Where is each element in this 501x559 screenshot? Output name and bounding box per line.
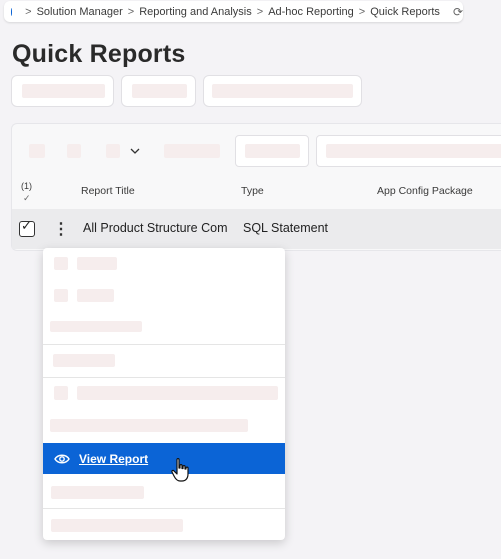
breadcrumb-item-solution-manager[interactable]: Solution Manager bbox=[37, 6, 123, 18]
cell-type: SQL Statement bbox=[243, 221, 328, 235]
selection-count: (1) bbox=[21, 181, 32, 191]
menu-item-placeholder[interactable] bbox=[51, 486, 144, 499]
menu-item-placeholder[interactable] bbox=[77, 386, 278, 400]
checkmark-icon: ✓ bbox=[21, 218, 32, 233]
toolbar-icon-placeholder[interactable] bbox=[67, 144, 81, 158]
column-header-type[interactable]: Type bbox=[241, 185, 264, 197]
skeleton-bar bbox=[245, 144, 300, 158]
menu-item-placeholder[interactable] bbox=[77, 289, 114, 302]
command-button-placeholder[interactable] bbox=[11, 75, 114, 107]
toolbar-label-placeholder bbox=[164, 144, 220, 158]
toolbar-icon-placeholder[interactable] bbox=[29, 144, 45, 158]
skeleton-bar bbox=[212, 84, 353, 98]
command-button-placeholder[interactable] bbox=[203, 75, 362, 107]
menu-item-placeholder[interactable] bbox=[53, 354, 115, 367]
menu-item-placeholder[interactable] bbox=[51, 519, 183, 532]
context-menu: View Report bbox=[43, 248, 285, 540]
skeleton-bar bbox=[22, 84, 105, 98]
search-field-placeholder[interactable] bbox=[316, 135, 501, 167]
hand-cursor-icon bbox=[171, 458, 189, 482]
skeleton-bar bbox=[326, 144, 501, 158]
menu-item-placeholder[interactable] bbox=[77, 257, 117, 270]
refresh-icon[interactable]: ⟳ bbox=[453, 5, 463, 19]
breadcrumb-item-reporting-and-analysis[interactable]: Reporting and Analysis bbox=[139, 6, 252, 18]
menu-item-label: View Report bbox=[79, 451, 149, 466]
menu-icon-placeholder bbox=[54, 386, 68, 400]
breadcrumb: > Solution Manager > Reporting and Analy… bbox=[4, 1, 463, 22]
menu-divider bbox=[43, 508, 285, 509]
home-icon[interactable] bbox=[11, 7, 13, 16]
column-header-app-config-package[interactable]: App Config Package bbox=[377, 185, 473, 197]
toolbar-field-placeholder[interactable] bbox=[235, 135, 309, 167]
eye-icon bbox=[54, 454, 70, 463]
row-menu-icon[interactable]: ⋮ bbox=[53, 219, 69, 239]
command-button-placeholder[interactable] bbox=[121, 75, 196, 107]
chevron-right-icon: > bbox=[127, 5, 135, 18]
menu-item-placeholder[interactable] bbox=[50, 419, 248, 432]
skeleton-bar bbox=[132, 84, 187, 98]
chevron-right-icon: > bbox=[256, 5, 264, 18]
toolbar-icon-placeholder[interactable] bbox=[106, 144, 120, 158]
menu-item-placeholder[interactable] bbox=[50, 321, 142, 332]
menu-divider bbox=[43, 377, 285, 378]
breadcrumb-item-ad-hoc-reporting[interactable]: Ad-hoc Reporting bbox=[268, 6, 354, 18]
menu-divider bbox=[43, 344, 285, 345]
menu-icon-placeholder bbox=[54, 289, 68, 302]
menu-item-view-report[interactable]: View Report bbox=[43, 443, 285, 474]
select-all-check[interactable]: ✓ bbox=[23, 193, 31, 204]
cell-report-title: All Product Structure Com bbox=[83, 221, 228, 235]
breadcrumb-item-quick-reports: Quick Reports bbox=[370, 5, 440, 18]
chevron-right-icon: > bbox=[25, 5, 32, 18]
chevron-down-icon[interactable] bbox=[130, 148, 140, 155]
column-header-report-title[interactable]: Report Title bbox=[81, 185, 135, 197]
page-title: Quick Reports bbox=[12, 40, 186, 68]
menu-icon-placeholder bbox=[54, 257, 68, 270]
chevron-right-icon: > bbox=[358, 5, 366, 18]
